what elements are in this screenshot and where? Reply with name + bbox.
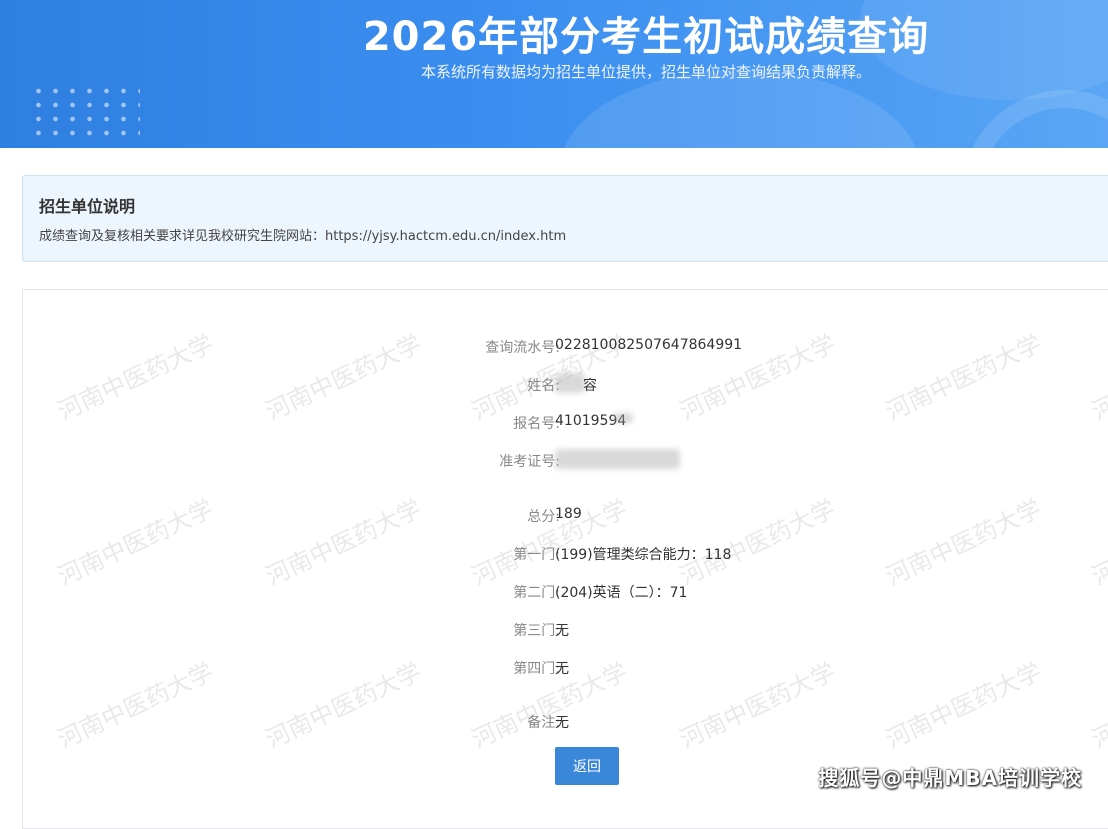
- total-value: 189: [555, 506, 582, 522]
- row-subject-3: 第三门: 无: [23, 620, 1108, 642]
- subject-3-value: 无: [555, 623, 569, 639]
- admission-ticket-label: 准考证号:: [499, 454, 560, 470]
- redaction-mask: [555, 373, 585, 393]
- back-button[interactable]: 返回: [555, 747, 619, 785]
- redaction-mask: [555, 449, 680, 469]
- watermark: 河南中医药大学: [675, 494, 840, 591]
- watermark: 河南中医药大学: [467, 494, 632, 591]
- name-value: 容: [583, 378, 597, 394]
- notice-title: 招生单位说明: [39, 197, 136, 216]
- redaction-mask: [613, 413, 633, 423]
- row-total: 总分: 189: [23, 506, 1108, 528]
- notice-body: 成绩查询及复核相关要求详见我校研究生院网站：https://yjsy.hactc…: [39, 229, 567, 244]
- watermark: 河南中医药大学: [261, 494, 426, 591]
- score-result-panel: 河南中医药大学 河南中医药大学 河南中医药大学 河南中医药大学 河南中医药大学 …: [22, 289, 1108, 829]
- site-watermark: 搜狐号@中鼎MBA培训学校: [818, 766, 1082, 790]
- row-serial: 查询流水号: 022810082507647864991: [23, 337, 1108, 359]
- subject-1-label: 第一门:: [513, 547, 560, 563]
- subject-4-value: 无: [555, 661, 569, 677]
- header-banner: 2026年部分考生初试成绩查询 本系统所有数据均为招生单位提供，招生单位对查询结…: [0, 0, 1108, 148]
- subject-2-label: 第二门:: [513, 585, 560, 601]
- institution-notice: 招生单位说明 成绩查询及复核相关要求详见我校研究生院网站：https://yjs…: [22, 175, 1108, 262]
- row-subject-4: 第四门: 无: [23, 658, 1108, 680]
- remark-value: 无: [555, 715, 569, 731]
- row-name: 姓名: 容: [23, 373, 1108, 397]
- serial-value: 022810082507647864991: [555, 337, 743, 353]
- watermark: 河南中医药大学: [1087, 494, 1108, 591]
- subject-2-value: (204)英语（二）：71: [555, 585, 688, 601]
- row-subject-2: 第二门: (204)英语（二）：71: [23, 582, 1108, 604]
- row-registration: 报名号: 41019594: [23, 413, 1108, 435]
- page-title: 2026年部分考生初试成绩查询: [362, 14, 930, 60]
- subject-4-label: 第四门:: [513, 661, 560, 677]
- registration-label: 报名号:: [513, 416, 560, 432]
- banner-dot-pattern: [30, 84, 140, 140]
- subject-1-value: (199)管理类综合能力：118: [555, 547, 732, 563]
- subject-3-label: 第三门:: [513, 623, 560, 639]
- row-remark: 备注: 无: [23, 712, 1108, 734]
- row-subject-1: 第一门: (199)管理类综合能力：118: [23, 544, 1108, 566]
- watermark: 河南中医药大学: [53, 494, 218, 591]
- page-subtitle: 本系统所有数据均为招生单位提供，招生单位对查询结果负责解释。: [420, 63, 871, 81]
- serial-label: 查询流水号:: [485, 340, 560, 356]
- watermark: 河南中医药大学: [881, 494, 1046, 591]
- row-admission-ticket: 准考证号:: [23, 449, 1108, 473]
